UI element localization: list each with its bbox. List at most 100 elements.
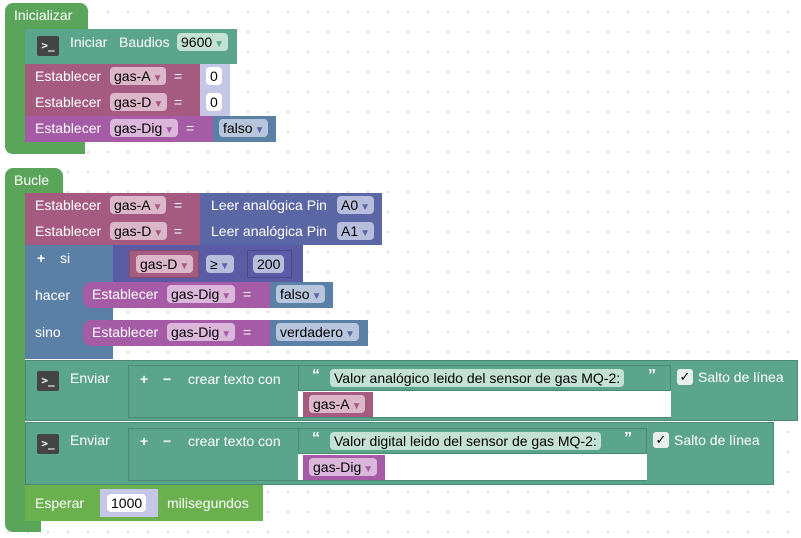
equals-sign: = [243, 286, 252, 302]
close-quote: ” [648, 367, 656, 384]
chevron-down-icon: ▼ [360, 228, 371, 239]
baud-value: 9600 [181, 34, 213, 50]
equals-sign: = [174, 94, 183, 110]
set-label: Establecer [35, 197, 102, 213]
loop-block-foot [5, 520, 41, 532]
chevron-down-icon: ▼ [345, 329, 355, 340]
serial-begin-label: Iniciar [70, 34, 108, 50]
number-field[interactable]: 0 [206, 67, 222, 85]
pin-value: A1 [341, 223, 359, 239]
newline-checkbox[interactable]: ✓ [653, 432, 669, 448]
var-name: gas-A [114, 68, 151, 84]
print-label: Enviar [70, 370, 110, 386]
chevron-down-icon: ▼ [152, 73, 163, 84]
chevron-down-icon: ▼ [363, 464, 374, 475]
chevron-down-icon: ▼ [221, 329, 232, 340]
number-field[interactable]: 0 [206, 93, 222, 111]
text-field[interactable]: Valor analógico leido del sensor de gas … [330, 369, 625, 387]
delay-unit-label: milisegundos [167, 495, 249, 511]
text-field[interactable]: Valor digital leido del sensor de gas MQ… [330, 432, 601, 450]
newline-label: Salto de línea [674, 432, 760, 448]
boolean-value: falso [223, 120, 253, 136]
set-label: Establecer [92, 286, 159, 302]
var-dropdown[interactable]: gas-A ▼ [309, 395, 366, 413]
var-dropdown[interactable]: gas-A ▼ [110, 196, 167, 214]
boolean-value: falso [280, 286, 310, 302]
minus-icon[interactable]: − [163, 370, 171, 388]
set-label: Establecer [35, 223, 102, 239]
setup-block-arm [5, 28, 25, 154]
baud-dropdown[interactable]: 9600 ▼ [177, 33, 229, 51]
open-quote: “ [312, 430, 320, 447]
equals-sign: = [174, 197, 183, 213]
else-label: sino [35, 324, 61, 340]
boolean-dropdown[interactable]: verdadero ▼ [276, 323, 359, 341]
do-label: hacer [35, 287, 71, 303]
var-name: gas-A [313, 396, 350, 412]
setup-block-foot [5, 142, 85, 154]
terminal-icon: >_ [37, 371, 59, 391]
pin-dropdown[interactable]: A1 ▼ [337, 222, 375, 240]
var-dropdown[interactable]: gas-Dig ▼ [309, 458, 378, 476]
terminal-icon: >_ [37, 434, 59, 454]
loop-block-arm [5, 192, 25, 532]
var-dropdown[interactable]: gas-Dig ▼ [110, 119, 179, 137]
var-name: gas-Dig [313, 459, 362, 475]
close-quote: ” [624, 430, 632, 447]
chevron-down-icon: ▼ [153, 228, 164, 239]
plus-icon[interactable]: + [140, 432, 148, 450]
boolean-dropdown[interactable]: falso ▼ [276, 285, 326, 303]
operator-dropdown[interactable]: ≥ ▼ [206, 255, 234, 273]
analog-read-label: Leer analógica Pin [211, 197, 327, 213]
if-label: si [60, 250, 71, 266]
var-name: gas-Dig [114, 120, 163, 136]
var-dropdown[interactable]: gas-Dig ▼ [167, 285, 236, 303]
loop-title: Bucle [14, 172, 50, 188]
chevron-down-icon: ▼ [360, 202, 371, 213]
newline-label: Salto de línea [698, 369, 784, 385]
setup-title: Inicializar [14, 7, 73, 23]
var-dropdown[interactable]: gas-Dig ▼ [167, 323, 236, 341]
open-quote: “ [312, 367, 320, 384]
chevron-down-icon: ▼ [152, 202, 163, 213]
equals-sign: = [174, 68, 183, 84]
join-label: crear texto con [188, 433, 281, 449]
boolean-value: verdadero [280, 324, 344, 340]
var-name: gas-D [140, 256, 178, 272]
var-name: gas-D [114, 223, 152, 239]
equals-sign: = [186, 120, 195, 136]
plus-icon[interactable]: + [140, 370, 148, 388]
set-label: Establecer [35, 68, 102, 84]
var-dropdown[interactable]: gas-D ▼ [110, 93, 168, 111]
terminal-icon: >_ [37, 36, 59, 56]
set-label: Establecer [35, 94, 102, 110]
var-name: gas-Dig [171, 286, 220, 302]
equals-sign: = [174, 223, 183, 239]
equals-sign: = [243, 324, 252, 340]
print-label: Enviar [70, 432, 110, 448]
minus-icon[interactable]: − [163, 432, 171, 450]
var-dropdown[interactable]: gas-D ▼ [136, 255, 194, 273]
var-dropdown[interactable]: gas-A ▼ [110, 67, 167, 85]
newline-checkbox[interactable]: ✓ [677, 369, 693, 385]
delay-label: Esperar [35, 495, 85, 511]
var-name: gas-Dig [171, 324, 220, 340]
baud-label: Baudios [119, 34, 170, 50]
boolean-dropdown[interactable]: falso ▼ [219, 119, 269, 137]
number-field[interactable]: 1000 [107, 494, 147, 512]
set-label: Establecer [92, 324, 159, 340]
var-name: gas-A [114, 197, 151, 213]
plus-icon[interactable]: + [37, 249, 45, 267]
set-label: Establecer [35, 120, 102, 136]
operator-value: ≥ [210, 256, 218, 272]
chevron-down-icon: ▼ [351, 401, 362, 412]
pin-value: A0 [341, 197, 359, 213]
chevron-down-icon: ▼ [153, 99, 164, 110]
chevron-down-icon: ▼ [311, 291, 322, 302]
chevron-down-icon: ▼ [221, 291, 232, 302]
pin-dropdown[interactable]: A0 ▼ [337, 196, 375, 214]
var-dropdown[interactable]: gas-D ▼ [110, 222, 168, 240]
chevron-down-icon: ▼ [214, 39, 225, 50]
number-field[interactable]: 200 [253, 255, 285, 273]
chevron-down-icon: ▼ [254, 125, 265, 136]
